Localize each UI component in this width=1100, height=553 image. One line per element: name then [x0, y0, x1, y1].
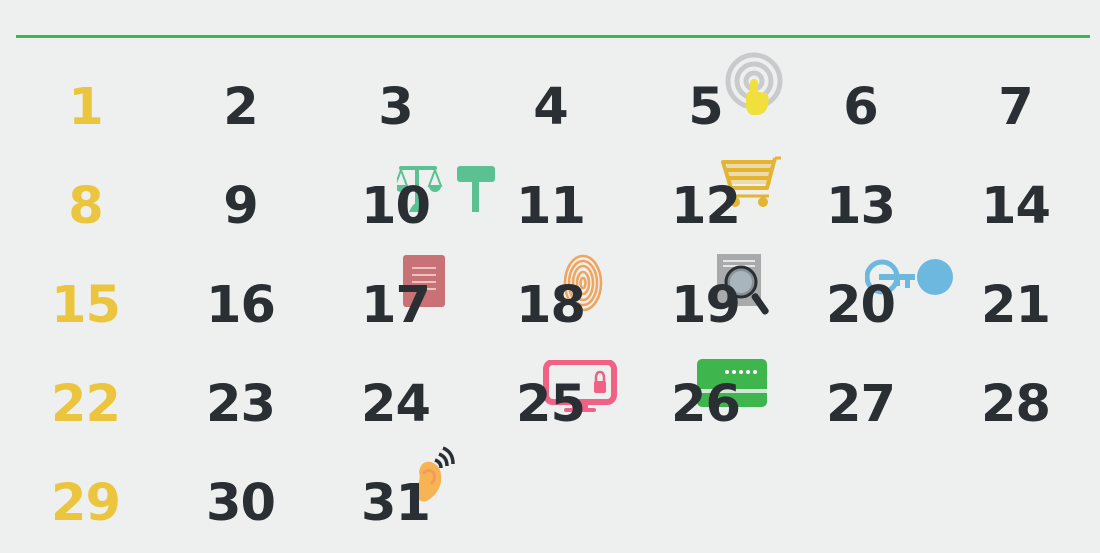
day-number: 1 [68, 78, 103, 137]
day-cell-1[interactable]: 1 [8, 58, 163, 157]
day-number: 24 [361, 375, 431, 434]
day-number: 12 [671, 177, 741, 236]
touch-icon [722, 51, 786, 121]
day-cell-28[interactable]: 28 [938, 355, 1093, 454]
day-number: 26 [671, 375, 741, 434]
day-cell-23[interactable]: 23 [163, 355, 318, 454]
day-cell-25[interactable]: 25 [473, 355, 628, 454]
day-number: 6 [843, 78, 878, 137]
day-number: 18 [516, 276, 586, 335]
day-number: 5 [688, 78, 723, 137]
day-number: 7 [998, 78, 1033, 137]
day-cell-13[interactable]: 13 [783, 157, 938, 256]
day-cell-8[interactable]: 8 [8, 157, 163, 256]
day-number: 19 [671, 276, 741, 335]
day-number: 20 [826, 276, 896, 335]
day-number: 23 [206, 375, 276, 434]
day-number: 15 [51, 276, 121, 335]
day-number: 27 [826, 375, 896, 434]
day-cell-19[interactable]: 19 [628, 254, 783, 355]
day-cell-6[interactable]: 6 [783, 58, 938, 157]
day-cell-17[interactable]: 17 [318, 255, 473, 355]
day-cell-7[interactable]: 7 [938, 58, 1093, 157]
day-number: 25 [516, 375, 586, 434]
day-cell-20[interactable]: 20 [783, 256, 953, 355]
day-cell-4[interactable]: 4 [473, 58, 628, 157]
day-number: 16 [206, 276, 276, 335]
day-cell-27[interactable]: 27 [783, 355, 938, 454]
day-cell-10[interactable]: 10 [318, 157, 495, 256]
day-number: 22 [51, 375, 121, 434]
day-number: 14 [981, 177, 1051, 236]
day-cell-5[interactable]: 5 [628, 52, 783, 157]
day-cell-30[interactable]: 30 [163, 454, 318, 553]
day-number: 9 [223, 177, 258, 236]
day-cell-14[interactable]: 14 [938, 157, 1093, 256]
day-cell-2[interactable]: 2 [163, 58, 318, 157]
day-number: 8 [68, 177, 103, 236]
calendar-grid: 1 2 3 4 5 6 7 8 9 10 11 12 13 14 15 16 1… [8, 52, 1094, 553]
top-divider [16, 35, 1090, 38]
day-number: 10 [361, 177, 431, 236]
day-cell-16[interactable]: 16 [163, 256, 318, 355]
day-number: 30 [206, 474, 276, 533]
day-number: 11 [516, 177, 586, 236]
day-number: 31 [361, 474, 431, 533]
day-cell-26[interactable]: 26 [628, 355, 783, 454]
day-number: 3 [378, 78, 413, 137]
day-number: 28 [981, 375, 1051, 434]
day-cell-21[interactable]: 21 [938, 256, 1093, 355]
day-cell-12[interactable]: 12 [628, 156, 783, 256]
day-cell-3[interactable]: 3 [318, 58, 473, 157]
day-number: 4 [533, 78, 568, 137]
day-cell-18[interactable]: 18 [473, 254, 628, 355]
day-cell-31[interactable]: 31 [318, 446, 473, 553]
day-number: 17 [361, 276, 431, 335]
day-cell-22[interactable]: 22 [8, 355, 163, 454]
day-number: 2 [223, 78, 258, 137]
day-number: 29 [51, 474, 121, 533]
day-number: 21 [981, 276, 1051, 335]
day-number: 13 [826, 177, 896, 236]
day-cell-29[interactable]: 29 [8, 454, 163, 553]
day-cell-15[interactable]: 15 [8, 256, 163, 355]
day-cell-9[interactable]: 9 [163, 157, 318, 256]
